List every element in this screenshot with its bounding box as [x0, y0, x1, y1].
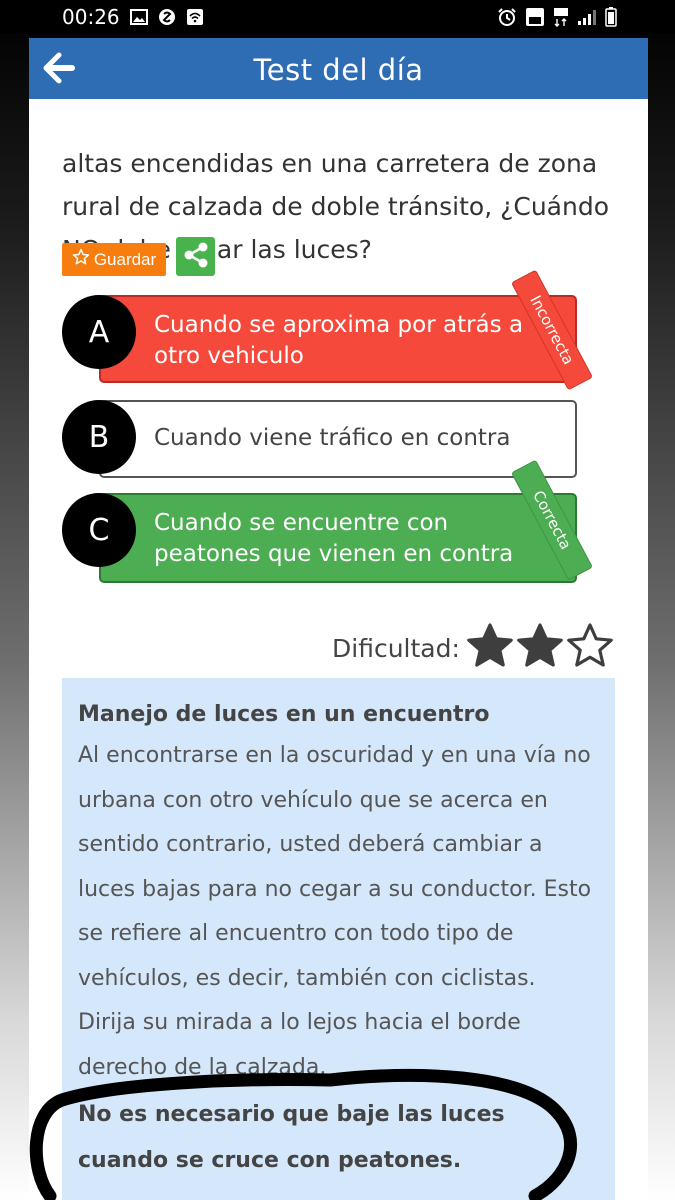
- explanation-body: Al encontrarse en la oscuridad y en una …: [78, 743, 592, 1080]
- star-outline-icon: [72, 248, 90, 271]
- gallery-icon: [129, 9, 148, 25]
- volte-icon: [525, 7, 545, 27]
- explanation-panel: Manejo de luces en un encuentro Al encon…: [62, 678, 615, 1200]
- star-filled-icon: [516, 622, 564, 674]
- save-label: Guardar: [93, 249, 157, 269]
- difficulty-label: Dificultad:: [332, 633, 460, 663]
- app-bar: Test del día: [29, 38, 648, 99]
- explanation-title: Manejo de luces en un encuentro: [78, 702, 490, 727]
- status-left: 00:26: [0, 5, 204, 29]
- option-a-letter[interactable]: A: [62, 295, 136, 369]
- status-bar: 00:26: [0, 0, 675, 34]
- star-filled-icon: [466, 622, 514, 674]
- explanation-highlight: No es necesario que baje las luces cuand…: [78, 1102, 505, 1173]
- option-b-text: Cuando viene tráfico en contra: [154, 425, 511, 451]
- difficulty-rating: Dificultad:: [332, 622, 614, 674]
- back-arrow-icon[interactable]: [43, 52, 75, 84]
- option-c-text: Cuando se encuentre con peatones que vie…: [154, 510, 514, 567]
- signal-icon: [577, 8, 597, 26]
- wifi-notification-icon: [186, 8, 204, 26]
- option-a[interactable]: Cuando se aproxima por atrás a otro vehi…: [99, 295, 577, 383]
- option-b-letter[interactable]: B: [62, 400, 136, 474]
- alarm-icon: [497, 7, 517, 27]
- star-outline-icon: [566, 622, 614, 674]
- battery-icon: [605, 7, 617, 27]
- option-b[interactable]: Cuando viene tráfico en contra: [99, 400, 577, 478]
- save-button[interactable]: Guardar: [62, 243, 166, 276]
- share-icon: [182, 241, 210, 273]
- option-a-text: Cuando se aproxima por atrás a otro vehi…: [154, 312, 524, 369]
- app-screen: Test del día altas encendidas en una car…: [29, 38, 648, 1200]
- app-notification-icon: [158, 8, 176, 26]
- network-4g-icon: [553, 7, 569, 27]
- difficulty-stars: [466, 622, 614, 674]
- share-button[interactable]: [176, 237, 215, 276]
- option-c[interactable]: Cuando se encuentre con peatones que vie…: [99, 493, 577, 583]
- option-c-letter[interactable]: C: [62, 493, 136, 567]
- status-time: 00:26: [62, 5, 120, 29]
- status-right: [497, 7, 675, 27]
- page-title: Test del día: [253, 53, 424, 87]
